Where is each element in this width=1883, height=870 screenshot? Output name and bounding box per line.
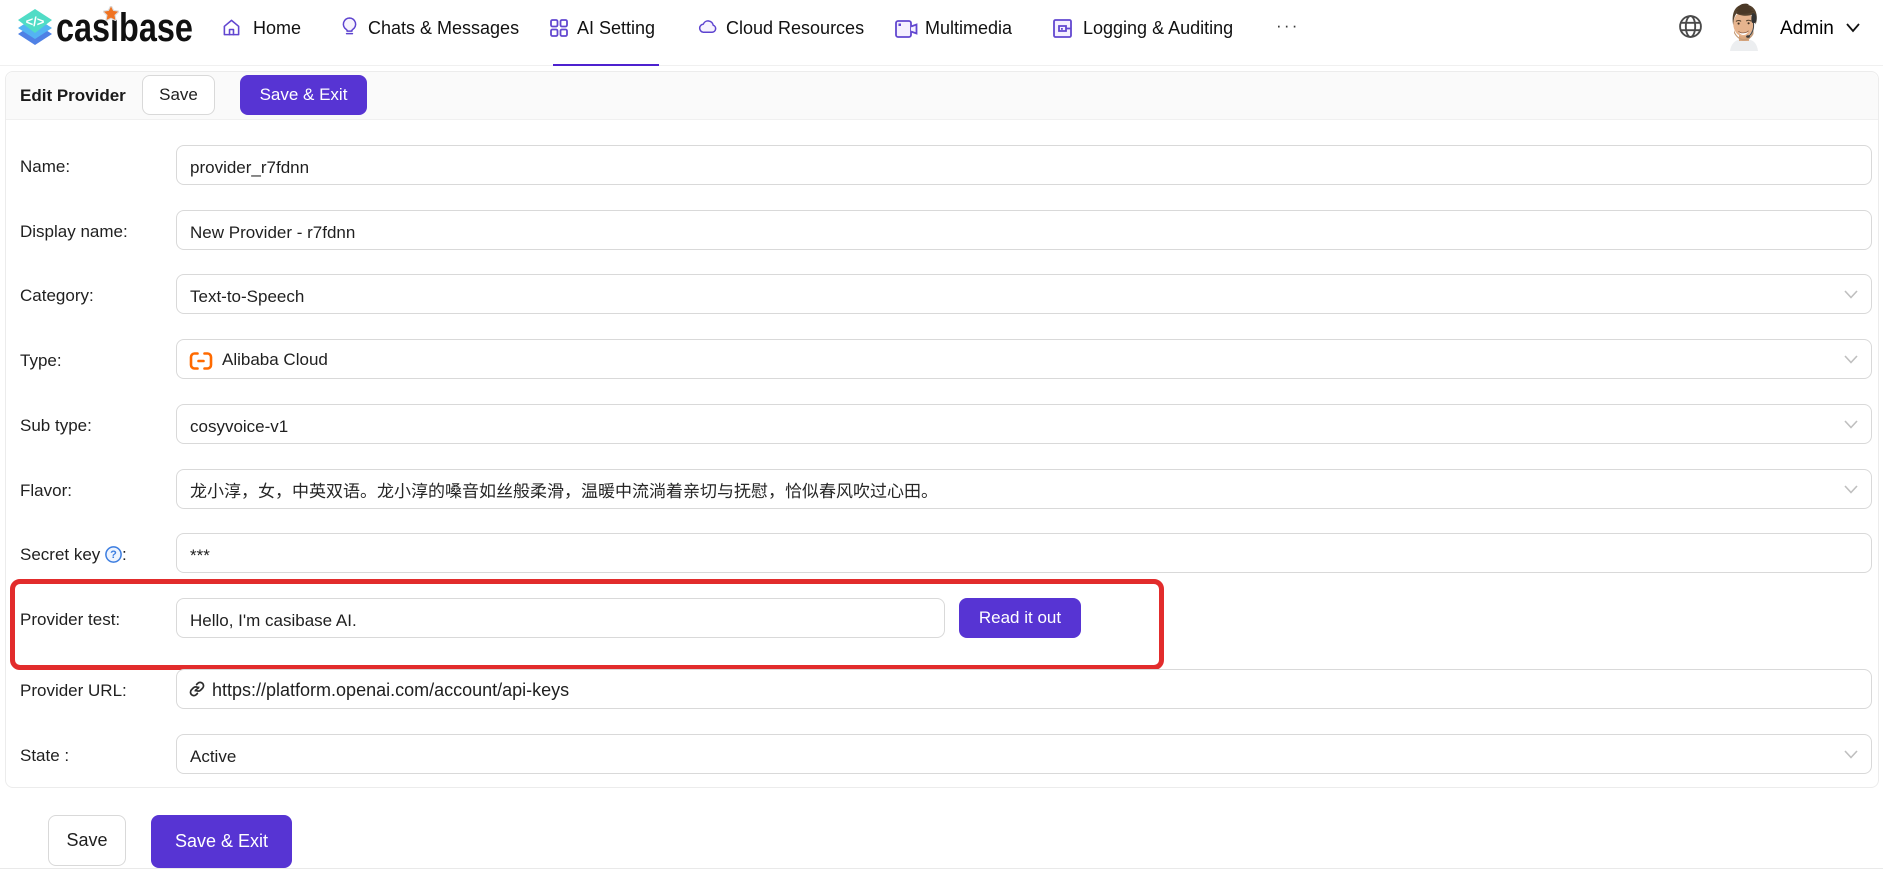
svg-text:</>: </>: [26, 14, 45, 29]
svg-text:?: ?: [110, 549, 117, 561]
